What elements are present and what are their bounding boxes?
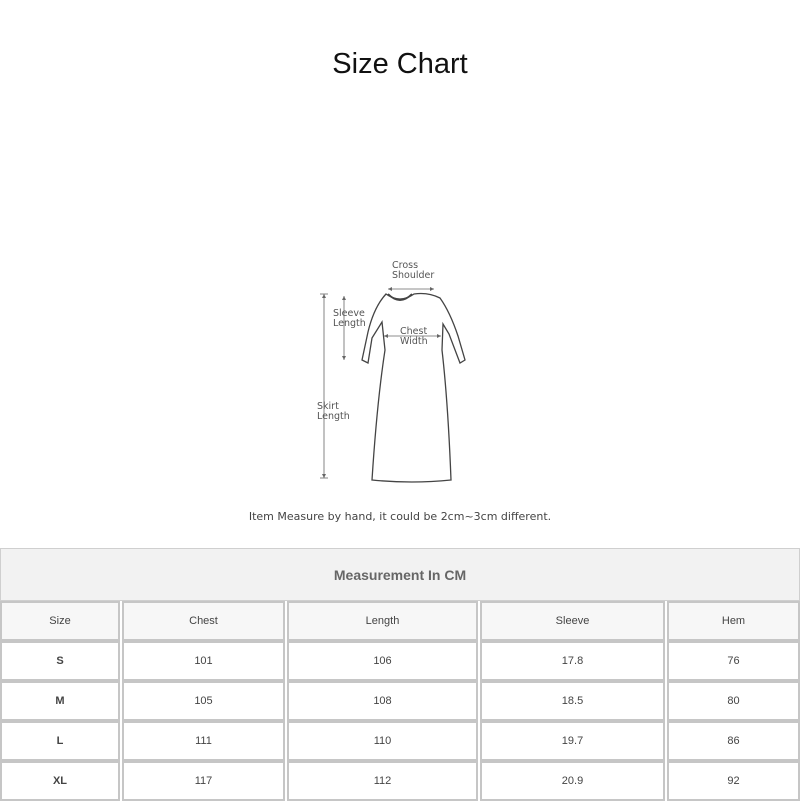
table-cell: 76 <box>667 641 800 681</box>
column-header: Hem <box>667 601 800 641</box>
column-header: Length <box>287 601 478 641</box>
table-cell: 92 <box>667 761 800 801</box>
label-skirt-length-line2: Length <box>317 411 350 422</box>
table-cell: 106 <box>287 641 478 681</box>
label-chest-width-line2: Width <box>400 336 428 347</box>
dress-outline-illustration: Cross Shoulder Sleeve Length Chest Width… <box>317 260 466 483</box>
measurement-note: Item Measure by hand, it could be 2cm~3c… <box>248 510 552 523</box>
column-header: Sleeve <box>480 601 665 641</box>
table-cell: 111 <box>122 721 285 761</box>
table-cell: 117 <box>122 761 285 801</box>
table-cell: 20.9 <box>480 761 665 801</box>
table-cell: 19.7 <box>480 721 665 761</box>
table-cell-size: XL <box>0 761 120 801</box>
table-caption: Measurement In CM <box>0 548 800 601</box>
table-cell: 110 <box>287 721 478 761</box>
table-cell-size: L <box>0 721 120 761</box>
table-cell-size: S <box>0 641 120 681</box>
table-cell-size: M <box>0 681 120 721</box>
table-row: XL 117 112 20.9 92 <box>0 761 800 801</box>
column-header: Chest <box>122 601 285 641</box>
size-table: Measurement In CM Size Chest Length Slee… <box>0 548 800 801</box>
dress-measurement-diagram: Cross Shoulder Sleeve Length Chest Width… <box>300 252 500 492</box>
column-header: Size <box>0 601 120 641</box>
table-cell: 18.5 <box>480 681 665 721</box>
table-cell: 105 <box>122 681 285 721</box>
table-cell: 86 <box>667 721 800 761</box>
page-title: Size Chart <box>332 48 468 80</box>
table-row: M 105 108 18.5 80 <box>0 681 800 721</box>
table-row: L 111 110 19.7 86 <box>0 721 800 761</box>
table-cell: 101 <box>122 641 285 681</box>
table-cell: 112 <box>287 761 478 801</box>
table-cell: 80 <box>667 681 800 721</box>
table-cell: 108 <box>287 681 478 721</box>
table-header-row: Size Chest Length Sleeve Hem <box>0 601 800 641</box>
table-row: S 101 106 17.8 76 <box>0 641 800 681</box>
label-cross-shoulder-line2: Shoulder <box>392 270 434 281</box>
table-cell: 17.8 <box>480 641 665 681</box>
label-sleeve-length-line2: Length <box>333 318 366 329</box>
